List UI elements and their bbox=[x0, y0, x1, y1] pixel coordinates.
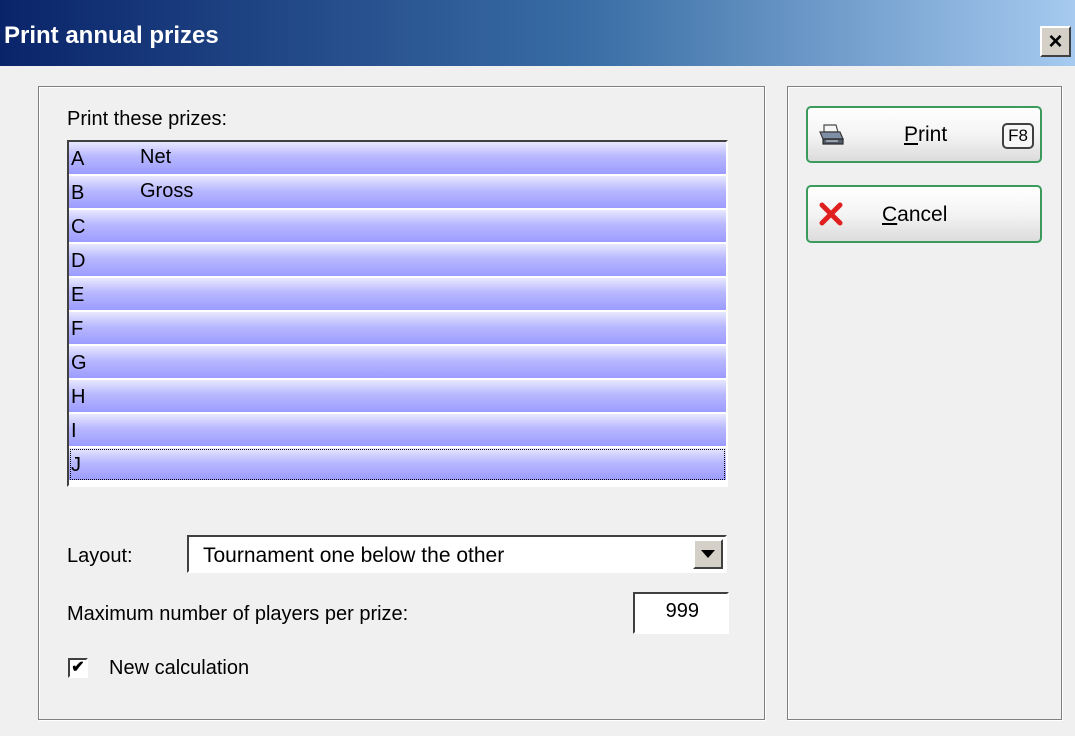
prize-letter: A bbox=[71, 148, 85, 170]
prize-row[interactable]: E bbox=[69, 278, 726, 311]
prize-letter: H bbox=[71, 386, 86, 408]
printer-icon bbox=[819, 124, 844, 145]
max-players-label: Maximum number of players per prize: bbox=[67, 603, 409, 625]
prizes-label: Print these prizes: bbox=[67, 108, 228, 130]
prize-list[interactable]: A Net B Gross C D E F G H I J bbox=[67, 140, 728, 487]
shortcut-key-badge: F8 bbox=[1002, 123, 1034, 149]
prize-letter: I bbox=[71, 420, 77, 442]
prize-letter: C bbox=[71, 216, 86, 238]
layout-label: Layout: bbox=[67, 545, 133, 567]
prize-letter: E bbox=[71, 284, 85, 306]
prize-letter: B bbox=[71, 182, 85, 204]
cancel-hotkey: C bbox=[882, 203, 898, 226]
print-button-label: Print bbox=[904, 123, 947, 147]
close-icon: × bbox=[1048, 27, 1063, 55]
prize-row[interactable]: F bbox=[69, 312, 726, 345]
new-calculation-label: New calculation bbox=[109, 657, 250, 679]
prize-name: Net bbox=[140, 146, 172, 168]
cancel-button-label: Cancel bbox=[882, 203, 947, 227]
actions-panel bbox=[787, 86, 1062, 720]
prize-letter: D bbox=[71, 250, 86, 272]
new-calculation-checkbox[interactable]: ✔ bbox=[68, 658, 88, 678]
cancel-button[interactable]: Cancel bbox=[806, 185, 1042, 243]
prize-letter: G bbox=[71, 352, 87, 374]
prize-row[interactable]: C bbox=[69, 210, 726, 243]
print-label-rest: rint bbox=[918, 123, 948, 146]
dropdown-button[interactable] bbox=[693, 539, 723, 569]
checkmark-icon: ✔ bbox=[71, 659, 85, 676]
window-title: Print annual prizes bbox=[4, 22, 219, 49]
prize-row[interactable]: B Gross bbox=[69, 176, 726, 209]
prize-letter: J bbox=[71, 454, 81, 476]
dialog-window: Print annual prizes × Print these prizes… bbox=[0, 0, 1075, 736]
close-button[interactable]: × bbox=[1040, 26, 1071, 57]
red-x-icon bbox=[819, 202, 843, 226]
title-bar[interactable]: Print annual prizes × bbox=[0, 0, 1075, 66]
prize-row[interactable]: G bbox=[69, 346, 726, 379]
prize-letter: F bbox=[71, 318, 84, 340]
max-players-input[interactable]: 999 bbox=[633, 592, 729, 634]
layout-select[interactable]: Tournament one below the other bbox=[187, 535, 727, 573]
prize-row[interactable]: A Net bbox=[69, 142, 726, 175]
print-hotkey: P bbox=[904, 123, 919, 146]
prize-row[interactable]: I bbox=[69, 414, 726, 447]
layout-select-value: Tournament one below the other bbox=[203, 544, 505, 567]
cancel-label-rest: ancel bbox=[897, 203, 948, 226]
prize-name: Gross bbox=[140, 180, 194, 202]
prize-row[interactable]: J bbox=[69, 448, 726, 481]
chevron-down-icon bbox=[701, 550, 715, 558]
print-button[interactable]: Print F8 bbox=[806, 106, 1042, 163]
prize-row[interactable]: D bbox=[69, 244, 726, 277]
prize-row[interactable]: H bbox=[69, 380, 726, 413]
